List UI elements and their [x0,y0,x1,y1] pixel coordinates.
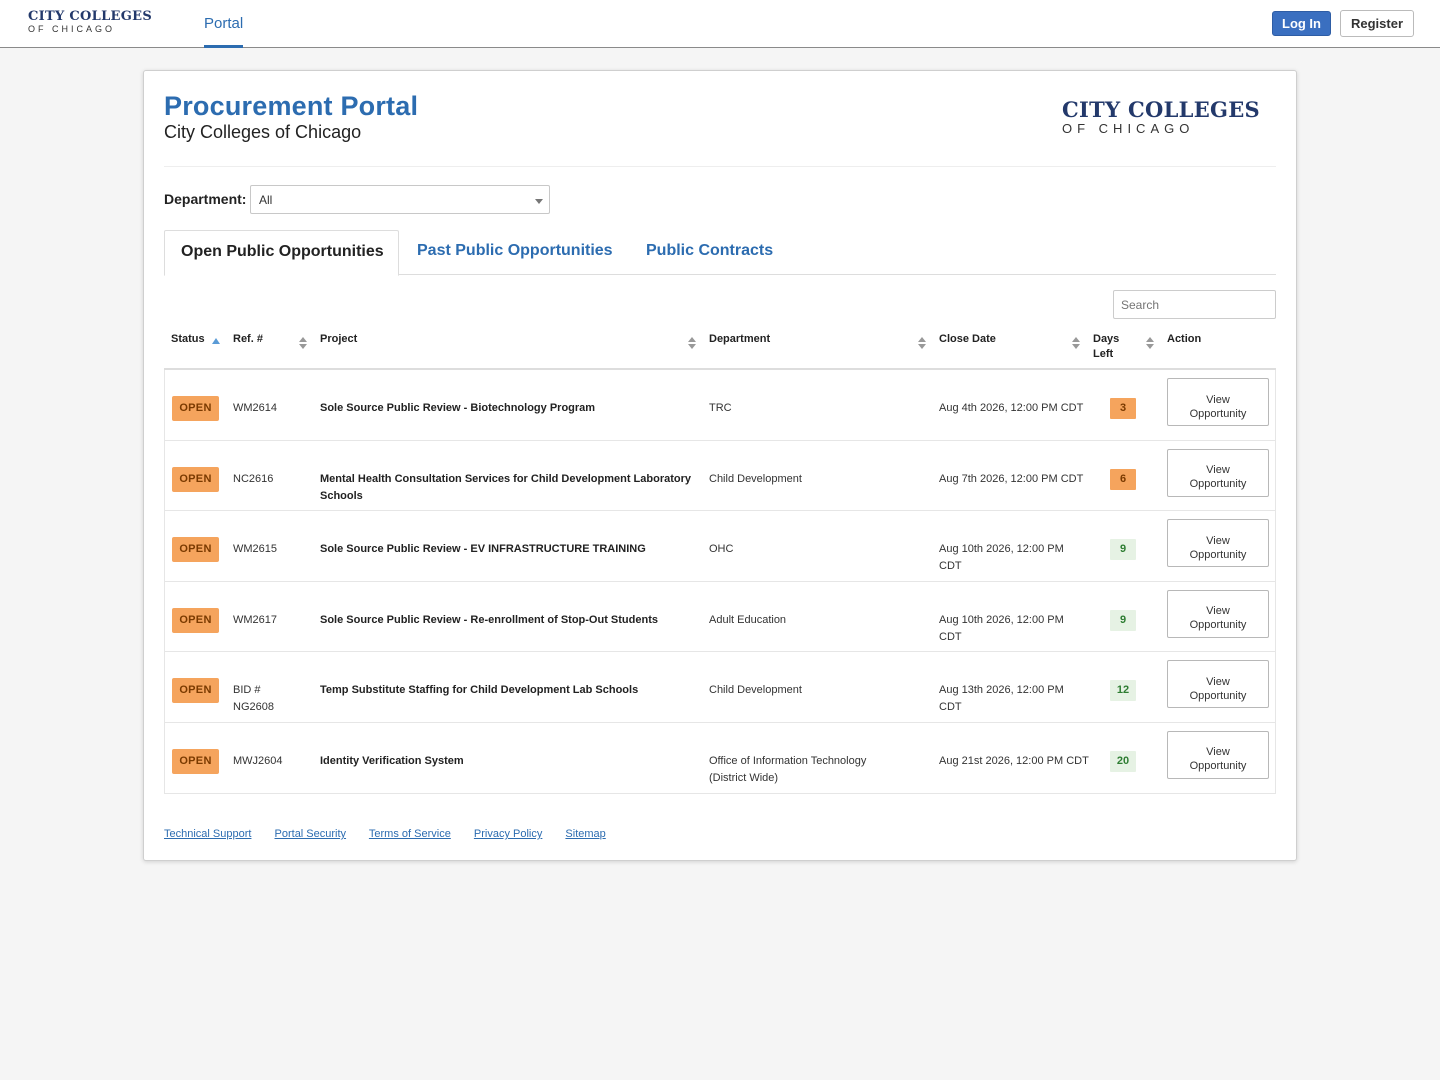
logo-line2: OF CHICAGO [28,24,116,34]
status-badge: OPEN [172,678,219,704]
table-row: OPEN NC2616 Mental Health Consultation S… [165,441,1275,512]
days-left-badge: 20 [1110,750,1136,772]
department-name: Office of Information Technology (Distri… [709,754,867,784]
search-input[interactable] [1113,290,1276,319]
close-date: Aug 21st 2026, 12:00 PM CDT [939,754,1089,767]
department-name: Child Development [709,472,802,485]
project-name: Temp Substitute Staffing for Child Devel… [320,684,639,697]
table-row: OPEN WM2614 Sole Source Public Review - … [165,370,1275,441]
sort-ascending-icon[interactable] [212,338,220,344]
view-opportunity-button[interactable]: View Opportunity [1167,730,1269,779]
ref-number: MWJ2604 [233,754,283,767]
footer-link-terms-of-service[interactable]: Terms of Service [369,828,451,840]
nav-portal-link[interactable]: Portal [204,0,244,48]
footer-link-privacy-policy[interactable]: Privacy Policy [474,828,542,840]
view-opportunity-button[interactable]: View Opportunity [1167,660,1269,709]
table-row: OPEN BID # NG2608 Temp Substitute Staffi… [165,652,1275,723]
status-badge: OPEN [172,607,219,633]
header-days-left[interactable]: Days Left [1093,332,1119,362]
card-logo-line1: CITY COLLEGES [1062,97,1261,122]
header-close-date[interactable]: Close Date [939,332,996,347]
department-label: Department: [164,191,247,207]
top-navbar: CITY COLLEGES OF CHICAGO Portal Log In R… [0,0,1440,48]
ref-number: NC2616 [233,472,274,485]
project-name: Identity Verification System [320,754,464,767]
close-date: Aug 7th 2026, 12:00 PM CDT [939,472,1084,485]
department-name: Child Development [709,684,802,697]
status-badge: OPEN [172,748,219,774]
page-title: Procurement Portal [164,91,419,121]
tab-past-opportunities[interactable]: Past Public Opportunities [417,230,613,275]
view-opportunity-button[interactable]: View Opportunity [1167,448,1269,497]
department-select[interactable]: All [250,185,550,214]
footer-link-technical-support[interactable]: Technical Support [164,828,251,840]
page-subtitle: City Colleges of Chicago [164,122,362,142]
view-opportunity-button[interactable]: View Opportunity [1167,589,1269,638]
divider [164,166,1276,167]
footer-links: Technical Support Portal Security Terms … [164,828,626,840]
close-date: Aug 10th 2026, 12:00 PM CDT [939,543,1064,573]
footer-link-portal-security[interactable]: Portal Security [275,828,347,840]
register-button[interactable]: Register [1340,10,1414,37]
card-logo-line2: OF CHICAGO [1062,121,1195,136]
footer-link-sitemap[interactable]: Sitemap [565,828,605,840]
status-badge: OPEN [172,537,219,563]
login-button[interactable]: Log In [1272,11,1331,36]
procurement-card: Procurement Portal City Colleges of Chic… [143,70,1297,861]
ref-number: WM2615 [233,543,278,556]
days-left-badge: 6 [1110,468,1136,490]
department-name: OHC [709,543,734,556]
logo-line1: CITY COLLEGES [28,9,153,24]
header-department[interactable]: Department [709,332,770,347]
table-header: Status Ref. # Project Department Close D… [164,329,1276,370]
view-opportunity-button[interactable]: View Opportunity [1167,519,1269,568]
header-status[interactable]: Status [171,332,205,347]
department-name: TRC [709,402,732,414]
ref-number: BID # NG2608 [233,684,274,714]
days-left-badge: 9 [1110,539,1136,561]
header-logo[interactable]: CITY COLLEGES OF CHICAGO [28,9,153,35]
ref-number: WM2614 [233,402,278,414]
table-row: OPEN WM2615 Sole Source Public Review - … [165,511,1275,582]
tab-bar: Open Public Opportunities Past Public Op… [164,230,1276,276]
days-left-badge: 3 [1110,398,1136,419]
header-days-left-line2: Left [1093,348,1114,360]
close-date: Aug 13th 2026, 12:00 PM CDT [939,684,1064,714]
days-left-badge: 9 [1110,609,1136,631]
project-name: Sole Source Public Review - EV INFRASTRU… [320,543,646,556]
view-opportunity-button[interactable]: View Opportunity [1167,378,1269,426]
table-row: OPEN MWJ2604 Identity Verification Syste… [165,723,1275,794]
tab-public-contracts[interactable]: Public Contracts [646,230,773,275]
close-date: Aug 4th 2026, 12:00 PM CDT [939,402,1084,414]
project-name: Mental Health Consultation Services for … [320,472,692,502]
header-action: Action [1167,333,1202,345]
header-project[interactable]: Project [320,332,357,347]
project-name: Sole Source Public Review - Biotechnolog… [320,402,596,414]
days-left-badge: 12 [1110,680,1136,702]
department-select-value: All [259,193,273,207]
card-logo: CITY COLLEGES OF CHICAGO [1062,99,1260,137]
tab-open-opportunities[interactable]: Open Public Opportunities [164,230,399,276]
chevron-down-icon [535,199,543,204]
opportunities-table-body: OPEN WM2614 Sole Source Public Review - … [164,370,1276,794]
header-days-left-line1: Days [1093,333,1120,345]
department-name: Adult Education [709,613,787,626]
status-badge: OPEN [172,396,219,421]
close-date: Aug 10th 2026, 12:00 PM CDT [939,613,1064,643]
status-badge: OPEN [172,466,219,492]
header-ref[interactable]: Ref. # [233,332,263,347]
project-name: Sole Source Public Review - Re-enrollmen… [320,613,658,626]
ref-number: WM2617 [233,613,278,626]
table-row: OPEN WM2617 Sole Source Public Review - … [165,582,1275,653]
